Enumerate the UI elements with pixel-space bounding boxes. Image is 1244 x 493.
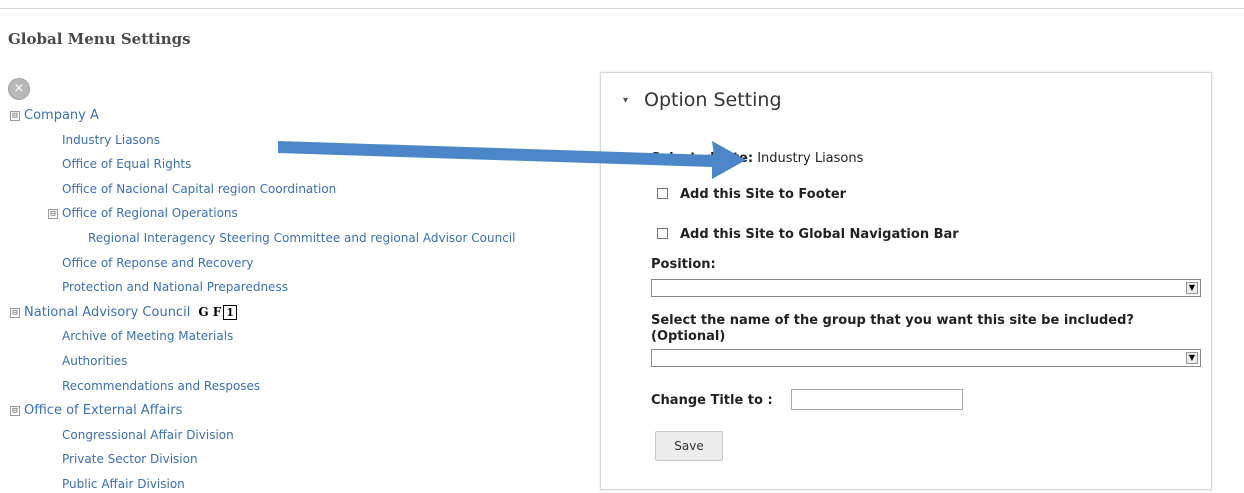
tree-item-label[interactable]: Industry Liasons bbox=[62, 133, 160, 147]
tree-item[interactable]: Office of Reponse and Recovery bbox=[62, 256, 253, 270]
tree-item-label[interactable]: Recommendations and Resposes bbox=[62, 379, 260, 393]
collapse-caret-icon[interactable]: ▾ bbox=[623, 95, 628, 106]
tree-item-label[interactable]: National Advisory Council bbox=[24, 305, 190, 320]
tree-item[interactable]: Private Sector Division bbox=[62, 452, 198, 466]
tree-item-label[interactable]: Regional Interagency Steering Committee … bbox=[88, 231, 515, 245]
option-setting-panel: ▾ Option Setting Selected Site: Industry … bbox=[600, 72, 1212, 490]
close-icon[interactable]: × bbox=[8, 78, 30, 100]
add-footer-label: Add this Site to Footer bbox=[680, 187, 847, 202]
add-footer-row[interactable]: Add this Site to Footer bbox=[657, 187, 846, 202]
group-select[interactable]: ▼ bbox=[651, 349, 1201, 367]
tree-item-label[interactable]: Company A bbox=[24, 108, 99, 123]
add-nav-checkbox[interactable] bbox=[657, 228, 668, 239]
tree-item-label[interactable]: Office of Reponse and Recovery bbox=[62, 256, 253, 270]
tree-item-label[interactable]: Archive of Meeting Materials bbox=[62, 329, 233, 343]
collapse-expander-icon[interactable]: ⊟ bbox=[10, 406, 20, 417]
tree-item[interactable]: ⊟ National Advisory Council G F1 bbox=[10, 304, 237, 320]
access-key-box: 1 bbox=[223, 304, 237, 320]
tree-item[interactable]: Office of Nacional Capital region Coordi… bbox=[62, 182, 336, 196]
site-tree: × ⊟ Company A Industry Liasons Office of Eq… bbox=[0, 0, 600, 493]
position-label: Position: bbox=[651, 257, 716, 272]
tree-item[interactable]: Protection and National Preparedness bbox=[62, 280, 288, 294]
group-label: Select the name of the group that you wa… bbox=[651, 313, 1134, 344]
tree-item-label[interactable]: Office of External Affairs bbox=[24, 403, 182, 418]
tree-item[interactable]: ⊟ Office of Regional Operations bbox=[48, 206, 238, 220]
tree-item-label[interactable]: Private Sector Division bbox=[62, 452, 198, 466]
access-key-hints: G F1 bbox=[198, 304, 237, 320]
tree-item-label[interactable]: Congressional Affair Division bbox=[62, 428, 234, 442]
tree-item[interactable]: ⊟ Office of External Affairs bbox=[10, 403, 182, 418]
add-nav-row[interactable]: Add this Site to Global Navigation Bar bbox=[657, 227, 959, 242]
add-footer-checkbox[interactable] bbox=[657, 188, 668, 199]
tree-item[interactable]: Regional Interagency Steering Committee … bbox=[88, 231, 515, 245]
tree-item-label[interactable]: Public Affair Division bbox=[62, 477, 185, 491]
tree-item[interactable]: Archive of Meeting Materials bbox=[62, 329, 233, 343]
dropdown-arrow-icon[interactable]: ▼ bbox=[1186, 352, 1198, 364]
tree-item[interactable]: Recommendations and Resposes bbox=[62, 379, 260, 393]
tree-item[interactable]: ⊟ Company A bbox=[10, 108, 99, 123]
tree-item-label[interactable]: Office of Nacional Capital region Coordi… bbox=[62, 182, 336, 196]
save-button[interactable]: Save bbox=[655, 431, 723, 461]
change-title-label: Change Title to : bbox=[651, 393, 773, 408]
collapse-expander-icon[interactable]: ⊟ bbox=[10, 111, 20, 121]
panel-title: Option Setting bbox=[644, 89, 782, 111]
collapse-expander-icon[interactable]: ⊟ bbox=[10, 307, 20, 318]
tree-item-label[interactable]: Office of Regional Operations bbox=[62, 206, 238, 220]
tree-item[interactable]: Congressional Affair Division bbox=[62, 428, 234, 442]
access-key-letters: G F bbox=[198, 304, 222, 319]
selected-site-value: Industry Liasons bbox=[757, 151, 864, 166]
tree-item[interactable]: Authorities bbox=[62, 354, 127, 368]
change-title-input[interactable] bbox=[791, 389, 963, 410]
selected-site: Selected Site: Industry Liasons bbox=[651, 151, 863, 166]
position-select[interactable]: ▼ bbox=[651, 279, 1201, 297]
tree-item[interactable]: Public Affair Division bbox=[62, 477, 185, 491]
panel-header[interactable]: ▾ Option Setting bbox=[623, 89, 782, 111]
dropdown-arrow-icon[interactable]: ▼ bbox=[1186, 282, 1198, 294]
tree-item-label[interactable]: Protection and National Preparedness bbox=[62, 280, 288, 294]
selected-site-label: Selected Site: bbox=[651, 151, 754, 166]
tree-item[interactable]: Industry Liasons bbox=[62, 133, 160, 147]
tree-item-label[interactable]: Authorities bbox=[62, 354, 127, 368]
tree-item-label[interactable]: Office of Equal Rights bbox=[62, 157, 191, 171]
tree-item[interactable]: Office of Equal Rights bbox=[62, 157, 191, 171]
add-nav-label: Add this Site to Global Navigation Bar bbox=[680, 227, 959, 242]
collapse-expander-icon[interactable]: ⊟ bbox=[48, 209, 58, 220]
